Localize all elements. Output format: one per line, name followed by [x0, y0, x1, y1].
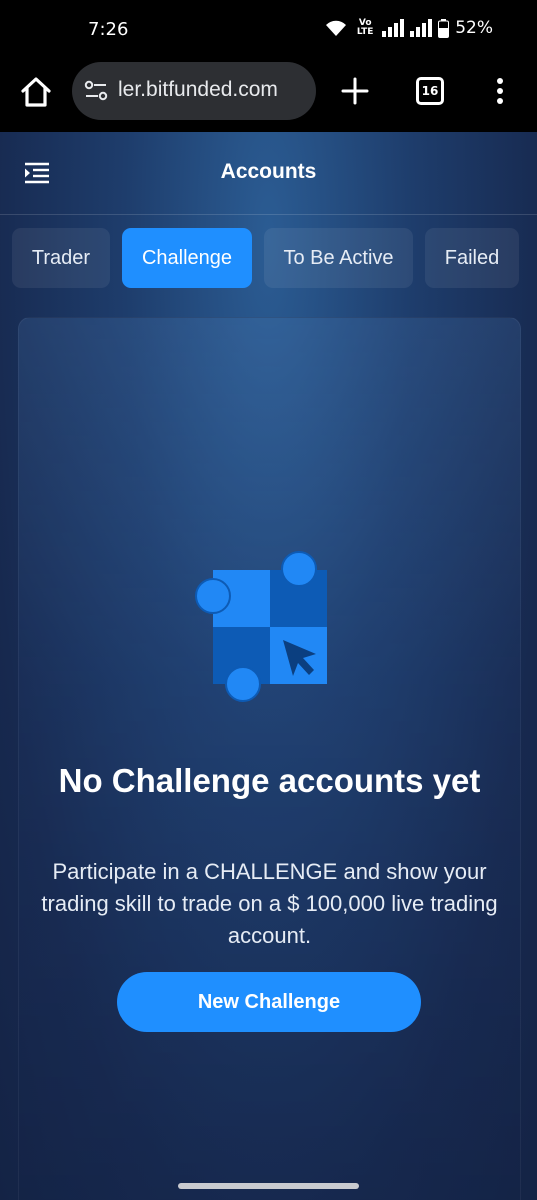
signal-icon: [382, 19, 405, 37]
status-icons: Vo LTE 52%: [324, 18, 493, 38]
tab-challenge[interactable]: Challenge: [122, 228, 252, 288]
plus-icon[interactable]: [340, 76, 370, 106]
battery-icon: [438, 18, 450, 38]
url-text[interactable]: ler.bitfunded.com: [118, 78, 278, 102]
more-vert-icon[interactable]: [490, 76, 510, 106]
status-time: 7:26: [88, 19, 129, 40]
signal-icon-2: [410, 19, 433, 37]
address-bar[interactable]: ler.bitfunded.com: [72, 62, 316, 120]
empty-state-title: No Challenge accounts yet: [58, 762, 481, 799]
gesture-bar[interactable]: [178, 1183, 359, 1189]
empty-state-description: Participate in a CHALLENGE and show your…: [41, 859, 498, 948]
tab-failed[interactable]: Failed: [425, 228, 519, 288]
status-bar: 7:26 Vo LTE 52%: [0, 0, 537, 60]
home-icon[interactable]: [18, 74, 54, 110]
app-content: Accounts Trader Challenge To Be Active F…: [0, 132, 537, 1200]
new-challenge-button[interactable]: New Challenge: [117, 972, 421, 1032]
wifi-icon: [326, 20, 347, 36]
account-tabs: Trader Challenge To Be Active Failed: [12, 228, 537, 288]
tab-to-be-active[interactable]: To Be Active: [264, 228, 413, 288]
site-settings-icon[interactable]: [84, 80, 108, 102]
volte-label: Vo LTE: [356, 18, 374, 37]
puzzle-cursor-icon: [195, 551, 327, 702]
app-header: Accounts: [0, 132, 537, 215]
page-title: Accounts: [220, 160, 317, 183]
battery-percent: 52%: [455, 18, 493, 38]
tab-trader[interactable]: Trader: [12, 228, 110, 288]
tabs-icon[interactable]: 16: [416, 77, 444, 105]
browser-toolbar: ler.bitfunded.com 16: [0, 60, 537, 132]
empty-state-card: No Challenge accounts yet Participate in…: [18, 317, 521, 1200]
